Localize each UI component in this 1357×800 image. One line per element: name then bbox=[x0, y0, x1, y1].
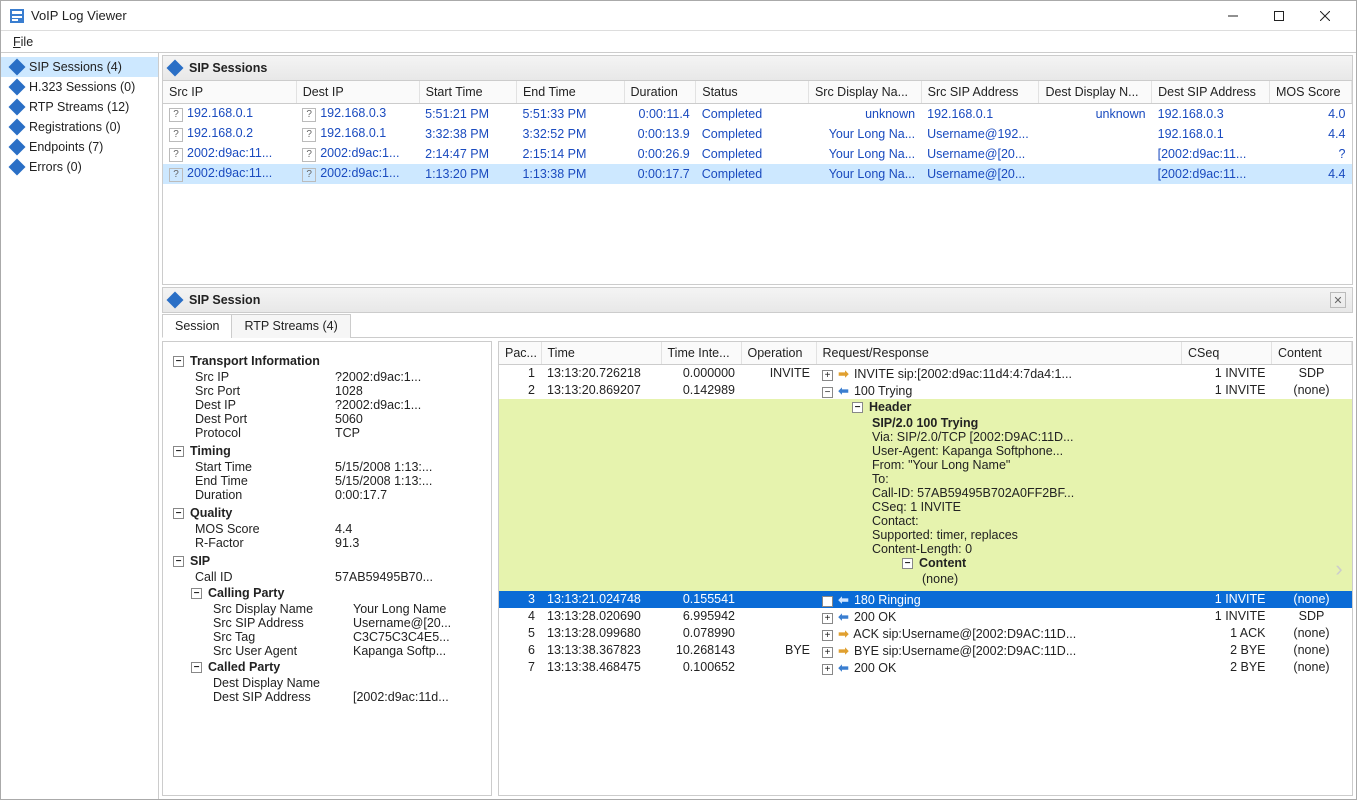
column-header[interactable]: Src Display Na... bbox=[808, 81, 921, 104]
sidebar-item-errors[interactable]: Errors (0) bbox=[1, 157, 158, 177]
table-row[interactable]: 413:13:28.0206906.995942+ ⬅ 200 OK1 INVI… bbox=[499, 608, 1352, 625]
collapse-icon[interactable]: − bbox=[173, 356, 184, 367]
sessions-panel-header: SIP Sessions bbox=[162, 55, 1353, 81]
detail-tabs: Session RTP Streams (4) bbox=[162, 313, 1353, 338]
table-row[interactable]: 613:13:38.36782310.268143BYE+ ➡ BYE sip:… bbox=[499, 642, 1352, 659]
diamond-icon bbox=[167, 60, 184, 77]
app-window: VoIP Log Viewer File SIP Sessions (4) H.… bbox=[0, 0, 1357, 800]
collapse-icon[interactable]: − bbox=[852, 402, 863, 413]
sidebar-item-label: RTP Streams (12) bbox=[29, 100, 129, 114]
diamond-icon bbox=[9, 79, 26, 96]
diamond-icon bbox=[167, 292, 184, 309]
expand-icon[interactable]: + bbox=[822, 647, 833, 658]
table-row[interactable]: 113:13:20.7262180.000000INVITE+ ➡ INVITE… bbox=[499, 365, 1352, 383]
expand-icon[interactable]: + bbox=[822, 630, 833, 641]
arrow-in-icon: ⬅ bbox=[836, 383, 850, 398]
table-row[interactable]: 513:13:28.0996800.078990+ ➡ ACK sip:User… bbox=[499, 625, 1352, 642]
column-header[interactable]: Dest IP bbox=[296, 81, 419, 104]
collapse-icon[interactable]: − bbox=[173, 508, 184, 519]
sidebar-item-rtp-streams[interactable]: RTP Streams (12) bbox=[1, 97, 158, 117]
column-header[interactable]: CSeq bbox=[1182, 342, 1272, 365]
column-header[interactable]: Dest Display N... bbox=[1039, 81, 1152, 104]
detail-panel-header: SIP Session ✕ bbox=[162, 287, 1353, 313]
arrow-in-icon: ⬅ bbox=[836, 609, 850, 624]
column-header[interactable]: Status bbox=[696, 81, 809, 104]
session-properties[interactable]: −Transport Information Src IP?2002:d9ac:… bbox=[162, 341, 492, 796]
arrow-in-icon: ⬅ bbox=[836, 592, 850, 607]
arrow-out-icon: ➡ bbox=[836, 643, 850, 658]
column-header[interactable]: Duration bbox=[624, 81, 696, 104]
minimize-button[interactable] bbox=[1210, 1, 1256, 31]
window-title: VoIP Log Viewer bbox=[31, 8, 1210, 23]
menubar: File bbox=[1, 31, 1356, 53]
collapse-icon[interactable]: − bbox=[191, 588, 202, 599]
maximize-button[interactable] bbox=[1256, 1, 1302, 31]
diamond-icon bbox=[9, 159, 26, 176]
column-header[interactable]: Dest SIP Address bbox=[1152, 81, 1270, 104]
expand-icon[interactable]: + bbox=[822, 664, 833, 675]
sidebar-item-label: Registrations (0) bbox=[29, 120, 121, 134]
expand-icon[interactable]: − bbox=[822, 387, 833, 398]
sidebar-item-sip-sessions[interactable]: SIP Sessions (4) bbox=[1, 57, 158, 77]
packet-grid[interactable]: Pac...TimeTime Inte...OperationRequest/R… bbox=[498, 341, 1353, 796]
titlebar: VoIP Log Viewer bbox=[1, 1, 1356, 31]
diamond-icon bbox=[9, 59, 26, 76]
expanded-header: − HeaderSIP/2.0 100 TryingVia: SIP/2.0/T… bbox=[499, 399, 1352, 591]
column-header[interactable]: End Time bbox=[516, 81, 624, 104]
column-header[interactable]: Start Time bbox=[419, 81, 516, 104]
expand-icon[interactable]: + bbox=[822, 370, 833, 381]
table-row[interactable]: ?2002:d9ac:11...?2002:d9ac:1...2:14:47 P… bbox=[163, 144, 1352, 164]
diamond-icon bbox=[9, 119, 26, 136]
arrow-out-icon: ➡ bbox=[836, 626, 850, 641]
app-icon bbox=[9, 8, 25, 24]
table-row[interactable]: 313:13:21.0247480.155541+ ⬅ 180 Ringing1… bbox=[499, 591, 1352, 608]
column-header[interactable]: Request/Response bbox=[816, 342, 1182, 365]
sidebar-item-label: SIP Sessions (4) bbox=[29, 60, 122, 74]
table-row[interactable]: ?2002:d9ac:11...?2002:d9ac:1...1:13:20 P… bbox=[163, 164, 1352, 184]
expand-icon[interactable]: + bbox=[822, 613, 833, 624]
sidebar-item-label: Endpoints (7) bbox=[29, 140, 103, 154]
arrow-out-icon: ➡ bbox=[836, 366, 850, 381]
table-row[interactable]: ?192.168.0.2?192.168.0.13:32:38 PM3:32:5… bbox=[163, 124, 1352, 144]
diamond-icon bbox=[9, 139, 26, 156]
expand-icon[interactable]: + bbox=[822, 596, 833, 607]
sidebar: SIP Sessions (4) H.323 Sessions (0) RTP … bbox=[1, 53, 159, 799]
sidebar-item-registrations[interactable]: Registrations (0) bbox=[1, 117, 158, 137]
column-header[interactable]: MOS Score bbox=[1269, 81, 1351, 104]
column-header[interactable]: Content bbox=[1272, 342, 1352, 365]
column-header[interactable]: Operation bbox=[741, 342, 816, 365]
column-header[interactable]: Pac... bbox=[499, 342, 541, 365]
column-header[interactable]: Src IP bbox=[163, 81, 296, 104]
column-header[interactable]: Src SIP Address bbox=[921, 81, 1039, 104]
table-row[interactable]: ?192.168.0.1?192.168.0.35:51:21 PM5:51:3… bbox=[163, 104, 1352, 125]
collapse-icon[interactable]: − bbox=[902, 558, 913, 569]
diamond-icon bbox=[9, 99, 26, 116]
menu-file[interactable]: File bbox=[7, 33, 39, 51]
sessions-title: SIP Sessions bbox=[189, 61, 267, 75]
sessions-grid[interactable]: Src IPDest IPStart TimeEnd TimeDurationS… bbox=[162, 81, 1353, 285]
sidebar-item-label: H.323 Sessions (0) bbox=[29, 80, 135, 94]
table-row[interactable]: 713:13:38.4684750.100652+ ⬅ 200 OK2 BYE(… bbox=[499, 659, 1352, 676]
arrow-in-icon: ⬅ bbox=[836, 660, 850, 675]
column-header[interactable]: Time Inte... bbox=[661, 342, 741, 365]
tab-rtp-streams[interactable]: RTP Streams (4) bbox=[231, 314, 350, 338]
close-button[interactable] bbox=[1302, 1, 1348, 31]
column-header[interactable]: Time bbox=[541, 342, 661, 365]
sidebar-item-label: Errors (0) bbox=[29, 160, 82, 174]
table-row[interactable]: 213:13:20.8692070.142989− ⬅ 100 Trying1 … bbox=[499, 382, 1352, 399]
sidebar-item-h323-sessions[interactable]: H.323 Sessions (0) bbox=[1, 77, 158, 97]
sidebar-item-endpoints[interactable]: Endpoints (7) bbox=[1, 137, 158, 157]
close-panel-button[interactable]: ✕ bbox=[1330, 292, 1346, 308]
collapse-icon[interactable]: − bbox=[191, 662, 202, 673]
collapse-icon[interactable]: − bbox=[173, 556, 184, 567]
collapse-icon[interactable]: − bbox=[173, 446, 184, 457]
tab-session[interactable]: Session bbox=[162, 314, 232, 338]
detail-title: SIP Session bbox=[189, 293, 260, 307]
